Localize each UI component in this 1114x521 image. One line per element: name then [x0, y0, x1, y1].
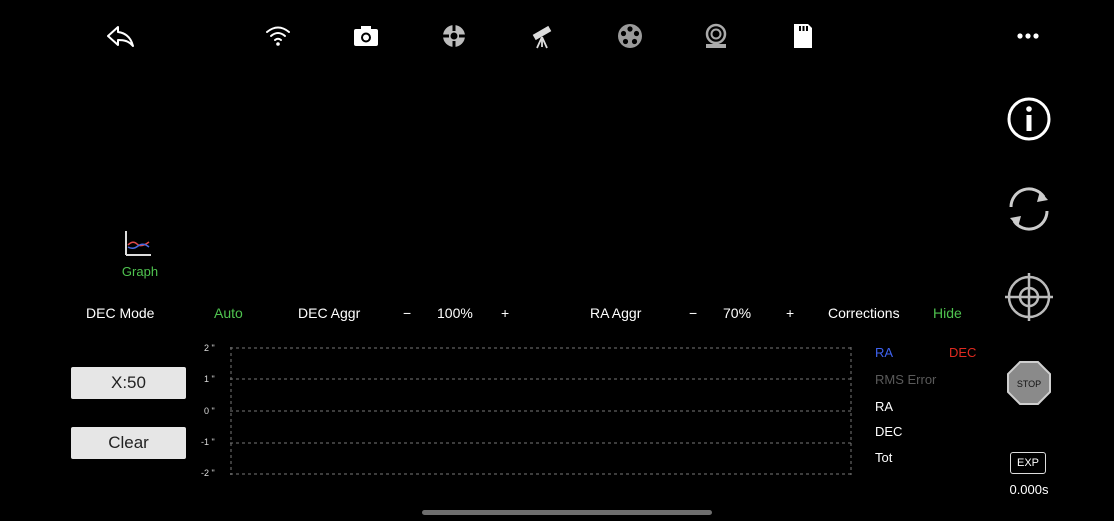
sd-card-icon[interactable] [786, 20, 818, 52]
y-tick-label: 2 " [204, 343, 215, 353]
graph-button[interactable]: Graph [110, 222, 170, 282]
rms-error-label: RMS Error [875, 372, 937, 387]
dec-mode-label: DEC Mode [86, 305, 155, 321]
target-icon[interactable] [438, 20, 470, 52]
rms-tot-label: Tot [875, 450, 893, 465]
telescope-icon[interactable] [526, 20, 558, 52]
crosshair-icon[interactable] [1000, 268, 1058, 326]
focuser-icon[interactable] [700, 20, 732, 52]
legend-dec: DEC [949, 345, 977, 360]
ra-aggr-plus-button[interactable]: + [786, 305, 794, 321]
graph-icon [125, 231, 151, 256]
dec-aggr-plus-button[interactable]: + [501, 305, 509, 321]
rms-ra-label: RA [875, 399, 894, 414]
more-icon[interactable] [1012, 20, 1044, 52]
clear-button[interactable]: Clear [71, 427, 186, 459]
ra-aggr-minus-button[interactable]: − [689, 305, 697, 321]
x-scale-button[interactable]: X:50 [71, 367, 186, 399]
y-tick-label: -2 " [201, 468, 215, 478]
filter-wheel-icon[interactable] [614, 20, 646, 52]
refresh-icon[interactable] [1000, 180, 1058, 238]
legend-ra: RA [875, 345, 894, 360]
ra-aggr-label: RA Aggr [590, 305, 642, 321]
ra-aggr-value: 70% [723, 305, 752, 321]
guiding-graph [230, 347, 852, 475]
dec-aggr-minus-button[interactable]: − [403, 305, 411, 321]
dec-mode-value[interactable]: Auto [214, 305, 243, 321]
stop-button[interactable]: STOP [1000, 354, 1058, 412]
stop-label: STOP [1017, 379, 1041, 389]
exposure-value: 0.000s [1009, 482, 1049, 497]
exposure-button[interactable]: EXP [1010, 452, 1046, 474]
dec-aggr-label: DEC Aggr [298, 305, 361, 321]
y-tick-label: 1 " [204, 374, 215, 384]
corrections-toggle[interactable]: Hide [933, 305, 962, 321]
home-indicator[interactable] [422, 510, 712, 515]
rms-dec-label: DEC [875, 424, 903, 439]
y-tick-label: -1 " [201, 437, 215, 447]
graph-label: Graph [121, 264, 159, 279]
camera-icon[interactable] [350, 20, 382, 52]
y-tick-label: 0 " [204, 406, 215, 416]
info-icon[interactable] [1000, 90, 1058, 148]
wifi-icon[interactable] [262, 20, 294, 52]
dec-aggr-value: 100% [437, 305, 473, 321]
corrections-label: Corrections [828, 305, 900, 321]
back-arrow-icon[interactable] [104, 20, 136, 52]
